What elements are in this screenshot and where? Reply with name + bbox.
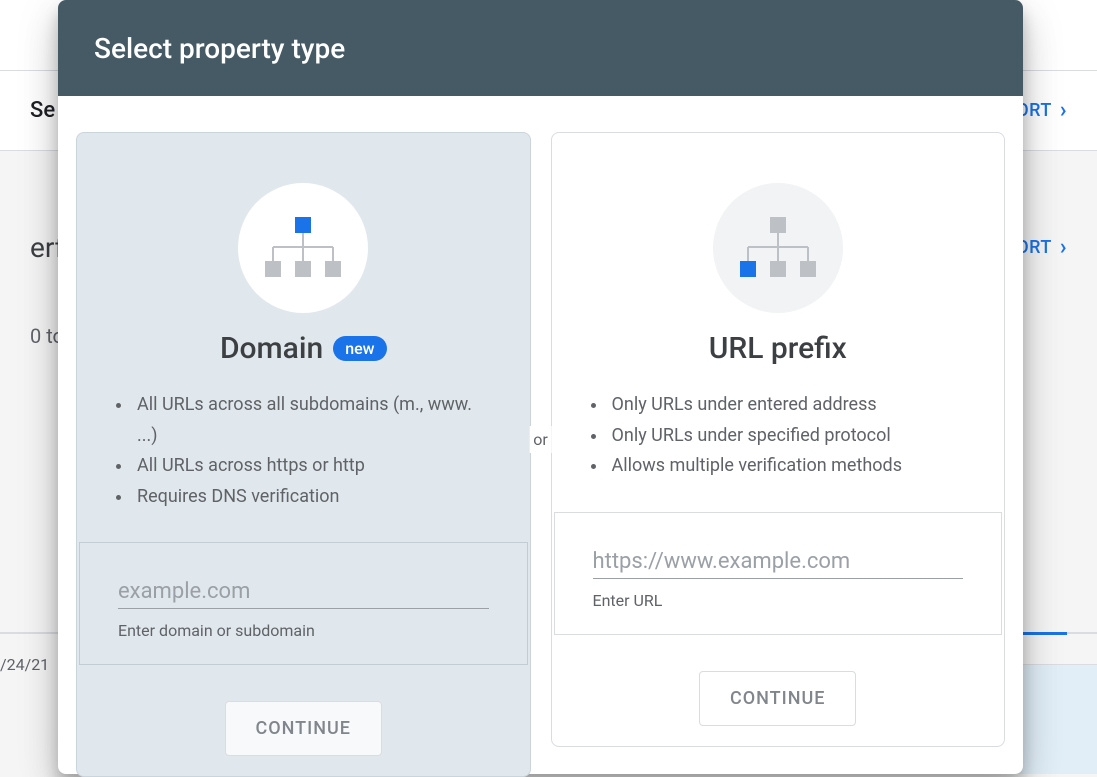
or-divider: or <box>529 426 552 453</box>
sitemap-icon <box>738 217 818 279</box>
url-title-row: URL prefix <box>709 331 847 366</box>
bg-nav-text: Se <box>30 98 55 123</box>
dialog-title: Select property type <box>94 32 345 65</box>
list-item: All URLs across all subdomains (m., www.… <box>133 390 490 451</box>
url-prefix-property-card[interactable]: URL prefix Only URLs under entered addre… <box>551 132 1006 747</box>
url-input[interactable] <box>593 545 964 579</box>
sitemap-icon <box>263 217 343 279</box>
list-item: Only URLs under specified protocol <box>608 421 965 452</box>
domain-features-list: All URLs across all subdomains (m., www.… <box>77 390 530 512</box>
bg-perf-link: ORT › <box>1016 235 1067 260</box>
domain-property-card[interactable]: Domain new All URLs across all subdomain… <box>76 132 531 777</box>
bg-date-label: /24/21 <box>0 655 49 674</box>
domain-continue-button[interactable]: CONTINUE <box>225 701 382 756</box>
url-features-list: Only URLs under entered address Only URL… <box>552 390 1005 482</box>
dialog-header: Select property type <box>58 0 1023 96</box>
list-item: Allows multiple verification methods <box>608 451 965 482</box>
new-badge: new <box>333 336 386 361</box>
url-icon-wrap <box>713 183 843 313</box>
domain-input-box: Enter domain or subdomain <box>79 542 528 665</box>
chevron-right-icon: › <box>1060 98 1067 123</box>
select-property-dialog: Select property type or <box>58 0 1023 774</box>
dialog-body: or Domain new <box>58 96 1023 777</box>
bg-nav-link: ORT › <box>1016 98 1067 123</box>
domain-input-hint: Enter domain or subdomain <box>118 621 489 640</box>
domain-icon-wrap <box>238 183 368 313</box>
domain-title-row: Domain new <box>220 331 387 366</box>
url-input-box: Enter URL <box>554 512 1003 635</box>
domain-title: Domain <box>220 331 323 366</box>
list-item: Requires DNS verification <box>133 482 490 513</box>
list-item: All URLs across https or http <box>133 451 490 482</box>
domain-input[interactable] <box>118 575 489 609</box>
list-item: Only URLs under entered address <box>608 390 965 421</box>
chevron-right-icon: › <box>1060 235 1067 260</box>
url-title: URL prefix <box>709 331 847 366</box>
url-continue-button[interactable]: CONTINUE <box>699 671 856 726</box>
url-input-hint: Enter URL <box>593 591 964 610</box>
